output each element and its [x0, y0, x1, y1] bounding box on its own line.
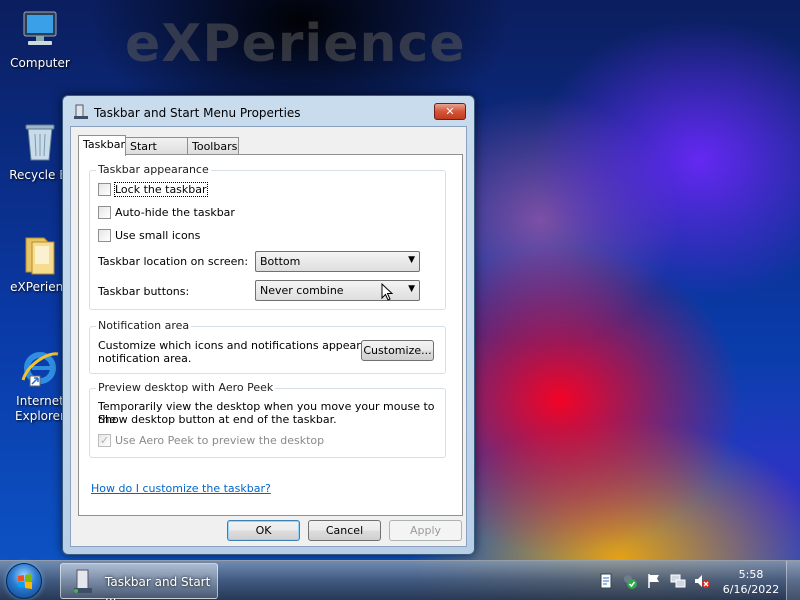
tab-label: Toolbars: [192, 140, 238, 153]
mouse-cursor-icon: [381, 283, 394, 301]
clock-date: 6/16/2022: [722, 583, 780, 596]
button-label: Cancel: [325, 524, 364, 537]
group-title: Preview desktop with Aero Peek: [96, 381, 276, 394]
desktop-watermark: eXPerience: [125, 14, 466, 74]
taskbar-buttons-select[interactable]: Never combine ▼: [255, 280, 420, 301]
cancel-button[interactable]: Cancel: [308, 520, 381, 541]
taskbar-appearance-group: Taskbar appearance Lock the taskbar Auto…: [89, 163, 446, 310]
group-title: Taskbar appearance: [96, 163, 211, 176]
action-center-flag-icon[interactable]: [646, 573, 662, 589]
checkbox-label: Use small icons: [115, 228, 201, 242]
security-shield-icon[interactable]: [622, 573, 638, 589]
button-label: Apply: [409, 524, 442, 537]
aero-peek-checkbox[interactable]: ✓ Use Aero Peek to preview the desktop: [98, 433, 324, 447]
tab-start-menu[interactable]: Start Menu: [125, 137, 188, 166]
taskbar-properties-icon: [73, 104, 89, 120]
taskbar-properties-icon: [71, 569, 95, 595]
folder-icon: [18, 232, 62, 276]
task-button-label: Taskbar and Start ...: [105, 575, 211, 600]
windows-taskbar: Taskbar and Start ... 5:58 6/16/2022: [0, 560, 800, 600]
ok-button[interactable]: OK: [227, 520, 300, 541]
tab-toolbars[interactable]: Toolbars: [187, 137, 239, 155]
taskbar-location-select[interactable]: Bottom ▼: [255, 251, 420, 272]
close-icon: ✕: [445, 105, 455, 118]
show-desktop-button[interactable]: [786, 561, 800, 600]
internet-explorer-icon: [18, 346, 62, 390]
auto-hide-checkbox[interactable]: Auto-hide the taskbar: [98, 205, 235, 219]
notification-description-line2: notification area.: [98, 352, 192, 365]
aero-peek-description-line2: Show desktop button at end of the taskba…: [98, 413, 337, 426]
window-title: Taskbar and Start Menu Properties: [94, 106, 301, 120]
close-button[interactable]: ✕: [434, 103, 466, 120]
desktop-icon-computer[interactable]: Computer: [3, 8, 77, 71]
checkbox-box: [98, 182, 111, 196]
notification-area-group: Notification area Customize which icons …: [89, 319, 446, 374]
customize-button[interactable]: Customize...: [361, 340, 434, 361]
desktop-icon-label: Computer: [10, 56, 70, 70]
small-icons-checkbox[interactable]: Use small icons: [98, 228, 200, 242]
dropdown-arrow-icon: ▼: [408, 255, 415, 265]
select-value: Bottom: [260, 255, 301, 268]
computer-icon: [18, 8, 62, 52]
notification-description-line1: Customize which icons and notifications …: [98, 339, 396, 352]
checkbox-box: [98, 205, 111, 219]
notes-icon[interactable]: [598, 573, 614, 589]
lock-taskbar-checkbox[interactable]: Lock the taskbar: [98, 181, 208, 197]
aero-peek-group: Preview desktop with Aero Peek Temporari…: [89, 381, 446, 458]
dialog-client-area: Taskbar Start Menu Toolbars Taskbar appe…: [70, 126, 467, 547]
volume-muted-icon[interactable]: [694, 573, 710, 589]
checkbox-label: Lock the taskbar: [114, 181, 208, 197]
taskbar-location-label: Taskbar location on screen:: [98, 255, 249, 268]
system-clock[interactable]: 5:58 6/16/2022: [720, 567, 782, 597]
button-label: Customize...: [363, 344, 432, 357]
select-value: Never combine: [260, 284, 344, 297]
button-label: OK: [255, 524, 272, 537]
tab-label: Taskbar: [83, 138, 125, 151]
checkbox-box: [98, 228, 111, 242]
title-bar[interactable]: Taskbar and Start Menu Properties ✕: [63, 96, 474, 126]
checkbox-box: ✓: [98, 433, 111, 447]
windows-logo-icon: [18, 574, 32, 589]
taskbar-buttons-label: Taskbar buttons:: [98, 285, 190, 298]
taskbar-task-button[interactable]: Taskbar and Start ...: [60, 563, 218, 600]
group-title: Notification area: [96, 319, 192, 332]
start-button[interactable]: [6, 563, 42, 599]
clock-time: 5:58: [738, 568, 764, 581]
network-icon[interactable]: [670, 573, 686, 589]
checkbox-label: Use Aero Peek to preview the desktop: [115, 433, 325, 447]
checkbox-label: Auto-hide the taskbar: [115, 205, 235, 219]
recycle-bin-icon: [18, 120, 62, 164]
check-mark-icon: ✓: [99, 433, 110, 447]
dropdown-arrow-icon: ▼: [408, 284, 415, 294]
help-link[interactable]: How do I customize the taskbar?: [91, 482, 271, 495]
apply-button[interactable]: Apply: [389, 520, 462, 541]
taskbar-tab-panel: Taskbar appearance Lock the taskbar Auto…: [78, 154, 463, 516]
taskbar-properties-window: Taskbar and Start Menu Properties ✕ Task…: [62, 95, 475, 555]
tab-taskbar[interactable]: Taskbar: [78, 135, 126, 156]
